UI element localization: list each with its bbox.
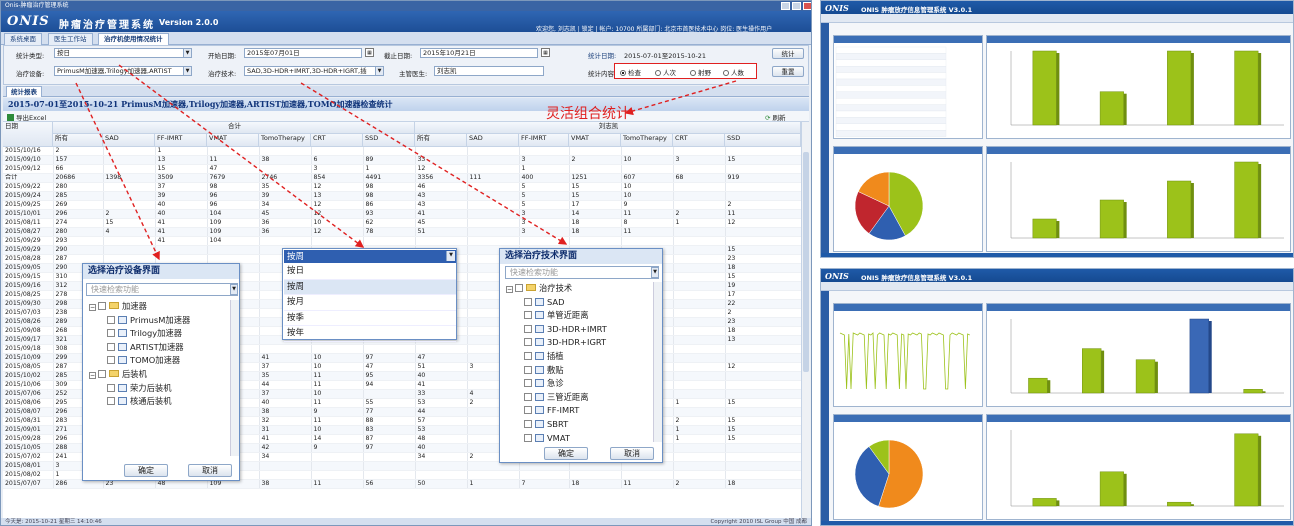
annotation-arrows — [75, 64, 737, 261]
bar-side — [1047, 380, 1051, 393]
dash-sidebar — [821, 291, 829, 523]
mini-row — [835, 98, 947, 105]
panel-header — [987, 415, 1290, 422]
mini-row — [835, 46, 947, 54]
bar-side — [1190, 504, 1194, 506]
dash-bar-panel-2 — [986, 146, 1291, 252]
dashboard-screen-2: ONIS ONIS 肿瘤放疗信息管理系统 V3.0.1 — [820, 268, 1294, 526]
bar-side — [1056, 221, 1060, 238]
bar — [1028, 377, 1048, 394]
panel-header — [987, 36, 1290, 43]
bar-side — [1258, 53, 1262, 125]
dash-logo-icon: ONIS — [825, 271, 849, 281]
bar-side — [1190, 53, 1194, 125]
mini-row — [835, 53, 947, 60]
main-screenshot: Onis-肿瘤治疗管理系统 ONIS 肿瘤治疗管理系统 Version 2.0.… — [0, 0, 812, 526]
dashboard-screen-1: ONIS ONIS 肿瘤放疗信息管理系统 V3.0.1 — [820, 0, 1294, 258]
bar-side — [1154, 361, 1158, 393]
bar — [1082, 348, 1102, 394]
bar-side — [1258, 164, 1262, 238]
bar — [1167, 50, 1192, 126]
dash-mini-table — [835, 46, 947, 137]
dash-header: ONIS ONIS 肿瘤放疗信息管理系统 V3.0.1 — [821, 1, 1293, 14]
mini-row — [835, 85, 947, 92]
dash-table-panel — [833, 35, 983, 139]
bar — [1032, 218, 1057, 239]
dash-bar-chart — [1010, 318, 1284, 394]
dash-bar-chart — [1010, 50, 1284, 126]
dash-footer — [821, 253, 1293, 257]
bar — [1234, 50, 1259, 126]
bar-side — [1258, 435, 1262, 506]
mini-row — [835, 91, 947, 99]
bar — [1189, 318, 1209, 394]
dash-bar-chart-2 — [1010, 430, 1284, 507]
dash-bar-panel — [986, 303, 1291, 407]
bar — [1032, 498, 1057, 507]
bar-side — [1123, 473, 1127, 506]
bar-side — [1190, 183, 1194, 238]
dash-pie-panel — [833, 414, 983, 520]
dash-bar-panel — [986, 35, 1291, 139]
dash-bar-chart-2 — [1010, 161, 1284, 239]
bar — [1032, 50, 1057, 126]
dash-line-chart — [839, 332, 970, 390]
bar — [1167, 501, 1192, 507]
bar — [1167, 180, 1192, 239]
panel-header — [987, 304, 1290, 311]
bar — [1234, 161, 1259, 239]
mini-row — [835, 66, 947, 73]
dash-bar-panel-2 — [986, 414, 1291, 520]
bar — [1099, 91, 1124, 126]
mini-row — [835, 123, 947, 131]
dash-pie-chart — [854, 171, 924, 241]
panel-header — [834, 304, 982, 311]
mini-row — [835, 72, 947, 80]
bar-side — [1101, 350, 1105, 393]
bar — [1099, 199, 1124, 239]
series-line — [839, 332, 970, 390]
mini-row — [835, 59, 947, 67]
dash-footer — [821, 521, 1293, 525]
mini-row — [835, 130, 947, 137]
mini-row — [835, 104, 947, 112]
bar — [1243, 389, 1263, 394]
panel-header — [834, 147, 982, 154]
bar-side — [1056, 500, 1060, 506]
arrow-callout — [624, 80, 737, 116]
dash-nav — [821, 282, 1293, 291]
bar-side — [1123, 93, 1127, 125]
arrow-device — [75, 82, 160, 261]
dash-line-panel — [833, 303, 983, 407]
bar — [1135, 359, 1156, 394]
dash-header: ONIS ONIS 肿瘤放疗信息管理系统 V3.0.1 — [821, 269, 1293, 282]
dash-sidebar — [821, 23, 829, 255]
arrow-tech — [300, 82, 568, 245]
mini-row — [835, 110, 947, 118]
bar-side — [1208, 321, 1212, 393]
dash-title: ONIS 肿瘤放疗信息管理系统 V3.0.1 — [861, 274, 973, 282]
dash-pie-chart — [854, 439, 924, 509]
arrow-period — [118, 64, 365, 248]
bar-side — [1056, 53, 1060, 125]
bar-side — [1262, 391, 1266, 393]
dash-nav — [821, 14, 1293, 23]
panel-header — [834, 36, 982, 43]
mini-row — [835, 117, 947, 124]
mini-row — [835, 78, 947, 86]
panel-header — [987, 147, 1290, 154]
bar-side — [1123, 202, 1127, 238]
dash-pie-panel — [833, 146, 983, 252]
dash-title: ONIS 肿瘤放疗信息管理系统 V3.0.1 — [861, 6, 973, 14]
bar — [1234, 433, 1259, 507]
dashboard-screenshots: ONIS ONIS 肿瘤放疗信息管理系统 V3.0.1 ONIS ONIS 肿瘤放疗… — [820, 0, 1294, 526]
bar — [1099, 471, 1124, 507]
dash-logo-icon: ONIS — [825, 3, 849, 13]
panel-header — [834, 415, 982, 422]
